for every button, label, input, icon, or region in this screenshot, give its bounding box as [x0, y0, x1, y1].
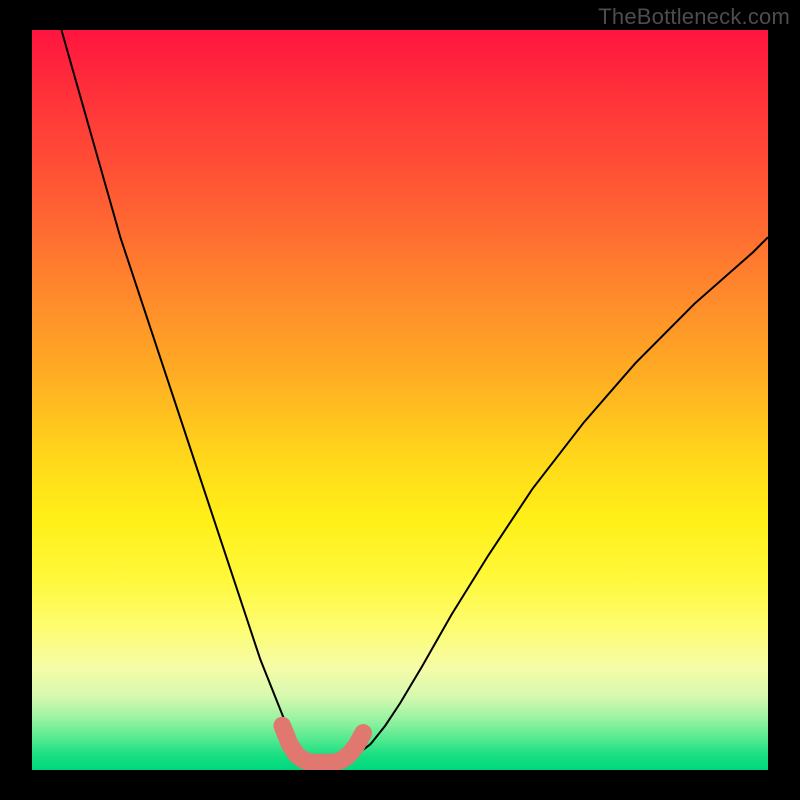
watermark-text: TheBottleneck.com — [598, 4, 790, 30]
bottleneck-curve — [61, 30, 768, 763]
chart-frame: TheBottleneck.com — [0, 0, 800, 800]
gradient-plot-area — [32, 30, 768, 770]
highlight-band — [282, 726, 363, 763]
curve-svg — [32, 30, 768, 770]
